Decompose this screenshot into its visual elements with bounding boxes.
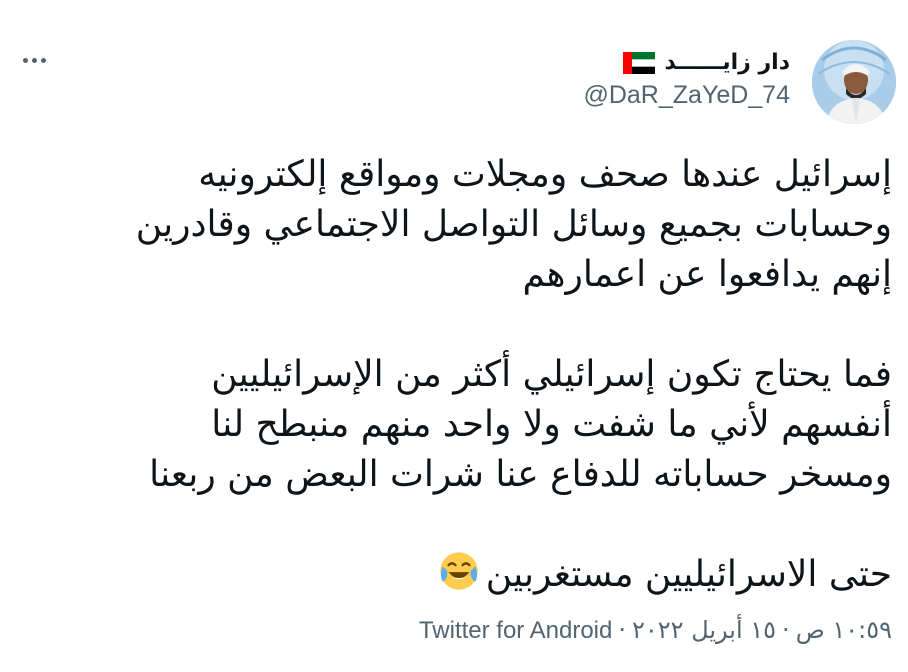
tweet-text-line: إنهم يدافعوا عن اعمارهم <box>522 254 892 295</box>
tweet-metadata: ١٠:٥٩ ص·١٥ أبريل ٢٠٢٢·Twitter for Androi… <box>419 616 892 645</box>
tweet-paragraph-3: حتى الاسرائيليين مستغربين <box>32 550 892 600</box>
uae-flag-icon <box>622 51 655 74</box>
display-name[interactable]: دار زايــــــد <box>583 50 790 75</box>
tweet-paragraph-1: إسرائيل عندها صحف ومجلات ومواقع إلكتروني… <box>32 150 892 300</box>
tweet-time[interactable]: ١٠:٥٩ ص <box>796 616 892 644</box>
more-options-icon <box>22 57 28 63</box>
avatar[interactable] <box>812 40 896 124</box>
tweet-text-line: ومسخر حساباته للدفاع عنا شرات البعض من ر… <box>149 454 892 495</box>
tweet-text-line: وحسابات بجميع وسائل التواصل الاجتماعي وق… <box>135 204 892 245</box>
more-options-icon-dot-3 <box>40 57 46 63</box>
tweet-author[interactable]: دار زايــــــد @DaR_ZaYeD_74 <box>583 50 790 110</box>
display-name-text: دار زايــــــد <box>664 50 790 75</box>
tweet-date[interactable]: ١٥ أبريل ٢٠٢٢ <box>632 616 776 644</box>
more-options-icon-dot-2 <box>31 57 37 63</box>
meta-separator: · <box>782 616 790 644</box>
more-options-button[interactable] <box>18 48 50 72</box>
meta-separator: · <box>618 616 626 644</box>
face-with-tears-of-joy-icon <box>440 552 478 590</box>
tweet-source-link[interactable]: Twitter for Android <box>419 617 612 644</box>
tweet-text-line: فما يحتاج تكون إسرائيلي أكثر من الإسرائي… <box>211 354 892 395</box>
tweet-paragraph-2: فما يحتاج تكون إسرائيلي أكثر من الإسرائي… <box>32 350 892 500</box>
tweet-text-line: إسرائيل عندها صحف ومجلات ومواقع إلكتروني… <box>198 154 892 195</box>
user-handle[interactable]: @DaR_ZaYeD_74 <box>583 81 790 110</box>
tweet-text-line: حتى الاسرائيليين مستغربين <box>485 554 892 595</box>
avatar-image <box>812 40 896 124</box>
tweet-text-line-with-emoji: حتى الاسرائيليين مستغربين <box>32 550 892 600</box>
tweet-text: إسرائيل عندها صحف ومجلات ومواقع إلكتروني… <box>32 150 892 600</box>
tweet-card: دار زايــــــد @DaR_ZaYeD_74 إسرائيل عند… <box>0 0 908 672</box>
tweet-text-line: أنفسهم لأني ما شفت ولا واحد منهم منبطح ل… <box>211 404 892 445</box>
